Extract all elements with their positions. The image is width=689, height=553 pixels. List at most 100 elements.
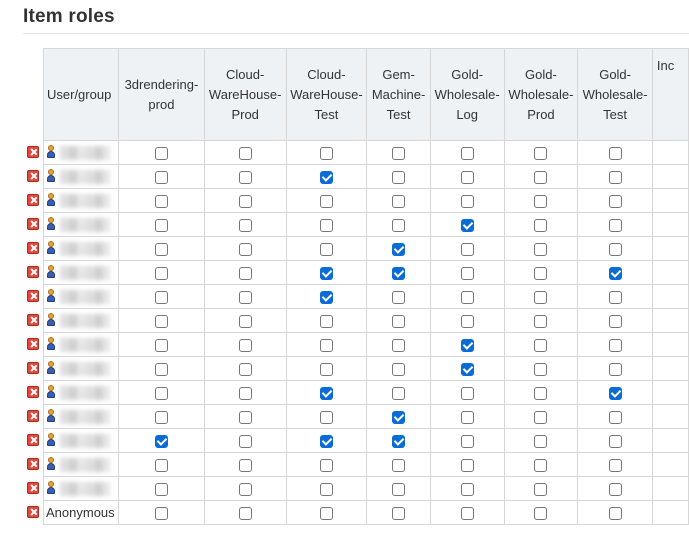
delete-icon[interactable]: [27, 482, 39, 494]
role-checkbox[interactable]: [319, 315, 333, 329]
role-checkbox-checked[interactable]: [154, 435, 168, 449]
role-checkbox[interactable]: [460, 195, 474, 209]
role-checkbox[interactable]: [319, 363, 333, 377]
role-checkbox[interactable]: [392, 387, 406, 401]
role-checkbox[interactable]: [608, 243, 622, 257]
role-checkbox[interactable]: [460, 507, 474, 521]
role-checkbox-checked[interactable]: [319, 171, 333, 185]
role-checkbox[interactable]: [319, 483, 333, 497]
role-checkbox[interactable]: [460, 435, 474, 449]
role-checkbox[interactable]: [154, 291, 168, 305]
role-checkbox[interactable]: [392, 363, 406, 377]
role-checkbox[interactable]: [534, 291, 548, 305]
role-checkbox[interactable]: [154, 243, 168, 257]
role-checkbox-checked[interactable]: [460, 363, 474, 377]
delete-icon[interactable]: [27, 458, 39, 470]
role-checkbox-checked[interactable]: [392, 411, 406, 425]
role-checkbox-checked[interactable]: [319, 435, 333, 449]
role-checkbox-checked[interactable]: [392, 435, 406, 449]
role-checkbox[interactable]: [460, 315, 474, 329]
role-checkbox[interactable]: [154, 195, 168, 209]
role-checkbox[interactable]: [154, 459, 168, 473]
role-checkbox[interactable]: [608, 195, 622, 209]
role-checkbox-checked[interactable]: [460, 219, 474, 233]
role-checkbox[interactable]: [460, 243, 474, 257]
role-checkbox[interactable]: [392, 147, 406, 161]
roles-table-container[interactable]: User/group 3drendering-prod Cloud- WareHou…: [0, 48, 689, 528]
delete-icon[interactable]: [27, 386, 39, 398]
role-checkbox[interactable]: [238, 219, 252, 233]
role-checkbox[interactable]: [608, 291, 622, 305]
delete-icon[interactable]: [27, 362, 39, 374]
role-checkbox[interactable]: [534, 507, 548, 521]
role-checkbox[interactable]: [154, 387, 168, 401]
delete-icon[interactable]: [27, 290, 39, 302]
role-checkbox[interactable]: [608, 435, 622, 449]
role-checkbox[interactable]: [319, 243, 333, 257]
role-checkbox[interactable]: [608, 507, 622, 521]
delete-icon[interactable]: [27, 338, 39, 350]
role-checkbox-checked[interactable]: [608, 387, 622, 401]
role-checkbox[interactable]: [460, 387, 474, 401]
role-checkbox[interactable]: [154, 315, 168, 329]
role-checkbox-checked[interactable]: [392, 243, 406, 257]
delete-icon[interactable]: [27, 506, 39, 518]
role-checkbox[interactable]: [608, 171, 622, 185]
role-checkbox[interactable]: [460, 411, 474, 425]
delete-icon[interactable]: [27, 314, 39, 326]
role-checkbox[interactable]: [460, 147, 474, 161]
role-checkbox[interactable]: [608, 219, 622, 233]
role-checkbox[interactable]: [319, 219, 333, 233]
role-checkbox[interactable]: [534, 339, 548, 353]
role-checkbox[interactable]: [154, 411, 168, 425]
role-checkbox[interactable]: [534, 147, 548, 161]
role-checkbox[interactable]: [154, 363, 168, 377]
role-checkbox[interactable]: [534, 195, 548, 209]
role-checkbox-checked[interactable]: [319, 387, 333, 401]
role-checkbox[interactable]: [534, 435, 548, 449]
delete-icon[interactable]: [27, 170, 39, 182]
role-checkbox[interactable]: [238, 507, 252, 521]
role-checkbox[interactable]: [238, 435, 252, 449]
role-checkbox[interactable]: [392, 291, 406, 305]
role-checkbox[interactable]: [392, 339, 406, 353]
role-checkbox[interactable]: [238, 363, 252, 377]
role-checkbox[interactable]: [608, 363, 622, 377]
role-checkbox[interactable]: [238, 387, 252, 401]
role-checkbox[interactable]: [319, 507, 333, 521]
delete-icon[interactable]: [27, 434, 39, 446]
role-checkbox[interactable]: [319, 147, 333, 161]
role-checkbox[interactable]: [154, 507, 168, 521]
role-checkbox[interactable]: [534, 411, 548, 425]
role-checkbox[interactable]: [534, 363, 548, 377]
role-checkbox[interactable]: [608, 147, 622, 161]
role-checkbox[interactable]: [460, 267, 474, 281]
role-checkbox[interactable]: [460, 483, 474, 497]
role-checkbox[interactable]: [238, 339, 252, 353]
role-checkbox[interactable]: [534, 315, 548, 329]
role-checkbox[interactable]: [238, 483, 252, 497]
role-checkbox[interactable]: [154, 267, 168, 281]
role-checkbox[interactable]: [319, 339, 333, 353]
role-checkbox[interactable]: [238, 195, 252, 209]
delete-icon[interactable]: [27, 146, 39, 158]
role-checkbox[interactable]: [238, 267, 252, 281]
role-checkbox[interactable]: [608, 459, 622, 473]
role-checkbox[interactable]: [460, 291, 474, 305]
role-checkbox-checked[interactable]: [319, 291, 333, 305]
delete-icon[interactable]: [27, 410, 39, 422]
role-checkbox[interactable]: [392, 507, 406, 521]
role-checkbox[interactable]: [238, 291, 252, 305]
role-checkbox[interactable]: [608, 411, 622, 425]
delete-icon[interactable]: [27, 218, 39, 230]
role-checkbox[interactable]: [392, 219, 406, 233]
role-checkbox[interactable]: [534, 243, 548, 257]
role-checkbox-checked[interactable]: [460, 339, 474, 353]
role-checkbox[interactable]: [608, 315, 622, 329]
role-checkbox[interactable]: [534, 459, 548, 473]
role-checkbox[interactable]: [154, 147, 168, 161]
role-checkbox[interactable]: [608, 483, 622, 497]
role-checkbox[interactable]: [319, 411, 333, 425]
role-checkbox[interactable]: [238, 459, 252, 473]
delete-icon[interactable]: [27, 242, 39, 254]
